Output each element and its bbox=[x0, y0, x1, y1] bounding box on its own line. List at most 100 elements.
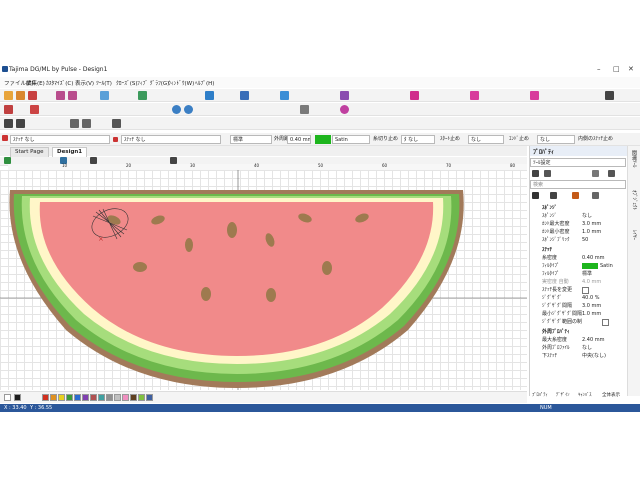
save-icon[interactable] bbox=[28, 91, 37, 100]
color-swatch[interactable] bbox=[146, 394, 153, 401]
fill-tool-icon[interactable] bbox=[138, 91, 147, 100]
menu-tools[interactable]: ﾂｰﾙ(T) bbox=[96, 79, 112, 87]
prop-row[interactable]: 糸密度 0.40 mm bbox=[530, 254, 627, 262]
copy-icon[interactable] bbox=[82, 119, 91, 128]
menu-customize[interactable]: ｶｽﾀﾏｲｽﾞ(C) bbox=[46, 79, 73, 87]
menu-edit[interactable]: 編集(E) bbox=[26, 79, 45, 87]
color-swatch[interactable] bbox=[90, 394, 97, 401]
side-tab-objects[interactable]: ｵﾌﾞｼﾞｪｸﾄ bbox=[631, 190, 638, 210]
trim-select[interactable]: ﾀ なし bbox=[401, 135, 435, 144]
maximize-button[interactable]: □ bbox=[613, 65, 620, 73]
prop-row[interactable]: ｼﾞｸﾞｻﾞｸﾞ間隔 3.0 mm bbox=[530, 302, 627, 310]
menu-view[interactable]: 表示(V) bbox=[75, 79, 94, 87]
lightning-icon[interactable] bbox=[608, 170, 615, 177]
close-button[interactable]: ✕ bbox=[628, 65, 634, 73]
stitch-tool-icon[interactable] bbox=[100, 91, 109, 100]
color-swatch[interactable] bbox=[82, 394, 89, 401]
properties-icon[interactable] bbox=[532, 170, 539, 177]
cut-icon[interactable] bbox=[70, 119, 79, 128]
prop-row[interactable]: ｽﾎﾟﾝｼﾞ なし bbox=[530, 212, 627, 220]
color-swatch[interactable] bbox=[50, 394, 57, 401]
watermelon-design[interactable]: × bbox=[0, 170, 527, 390]
color-wheel-icon[interactable] bbox=[340, 105, 349, 114]
curve-tool-icon[interactable] bbox=[205, 91, 214, 100]
color-icon[interactable] bbox=[572, 192, 579, 199]
grid-icon[interactable] bbox=[90, 157, 97, 164]
menu-closed[interactable]: ｸﾛｰｽﾞ(S) bbox=[116, 79, 138, 87]
prop-section-outline[interactable]: 外周ﾌﾟﾛﾊﾟﾃｨ bbox=[530, 328, 627, 336]
prop-section-stitch[interactable]: ｽﾃｯﾁ bbox=[530, 246, 627, 254]
open-icon[interactable] bbox=[16, 91, 25, 100]
checkbox[interactable] bbox=[602, 319, 609, 326]
undo-icon[interactable] bbox=[56, 91, 65, 100]
prop-row[interactable]: 最大糸密度 2.40 mm bbox=[530, 336, 627, 344]
menu-help[interactable]: ﾍﾙﾌﾟ(H) bbox=[195, 79, 214, 87]
tool-settings-select[interactable]: ﾂｰﾙ設定 bbox=[530, 158, 626, 167]
prop-row[interactable]: 下ｽﾃｯﾁ 中央(なし) bbox=[530, 352, 627, 360]
purple-tool-icon[interactable] bbox=[340, 91, 349, 100]
pink-tool-2-icon[interactable] bbox=[530, 91, 539, 100]
prop-row[interactable]: ﾌｨﾙﾀｲﾌﾟ 標準 bbox=[530, 270, 627, 278]
checkbox[interactable] bbox=[582, 287, 589, 294]
select-tool-icon[interactable] bbox=[280, 91, 289, 100]
prop-row[interactable]: ｽﾃｯﾁ長を変更 bbox=[530, 286, 627, 294]
color-swatch[interactable] bbox=[42, 394, 49, 401]
satin-color-swatch[interactable] bbox=[315, 135, 331, 144]
color-swatch[interactable] bbox=[130, 394, 137, 401]
minimize-button[interactable]: – bbox=[597, 65, 601, 73]
panel-search-input[interactable]: 検索 bbox=[530, 180, 626, 189]
view-3d-icon[interactable] bbox=[300, 105, 309, 114]
zigzag-tool-icon[interactable] bbox=[240, 91, 249, 100]
fill-type-select[interactable]: ｽﾃｯﾁ なし bbox=[121, 135, 221, 144]
print-icon[interactable] bbox=[4, 119, 13, 128]
sort-icon[interactable] bbox=[544, 170, 551, 177]
menu-window[interactable]: ｳｨﾝﾄﾞｳ(W) bbox=[168, 79, 194, 87]
side-tab-related[interactable]: 関連ﾂｰﾙ bbox=[631, 150, 638, 168]
redo-icon[interactable] bbox=[68, 91, 77, 100]
effect-icon[interactable] bbox=[592, 192, 599, 199]
satin-select[interactable]: Satin bbox=[332, 135, 370, 144]
footer-design-tab[interactable]: ﾃﾞｻﾞｲﾝ bbox=[556, 392, 570, 398]
standard-select[interactable]: 標準 bbox=[230, 135, 272, 144]
color-swatch[interactable] bbox=[98, 394, 105, 401]
pointer-icon[interactable] bbox=[605, 91, 614, 100]
prop-section-sponge[interactable]: ｽﾎﾟﾝｼﾞ bbox=[530, 204, 627, 212]
prop-row[interactable]: 外周ﾌﾟﾛﾌｧｲﾙ なし bbox=[530, 344, 627, 352]
end-tie-select[interactable]: なし bbox=[537, 135, 575, 144]
mail-icon[interactable] bbox=[16, 119, 25, 128]
color-swatch[interactable] bbox=[74, 394, 81, 401]
side-tab-layers[interactable]: ﾚｲﾔｰ bbox=[631, 230, 638, 240]
text-tool-icon[interactable] bbox=[4, 105, 13, 114]
footer-properties-tab[interactable]: ﾌﾟﾛﾊﾟﾃｨ bbox=[532, 392, 548, 398]
prop-row[interactable]: ｼﾞｸﾞｻﾞｸﾞ 40.0 % bbox=[530, 294, 627, 302]
stitch-type-select[interactable]: ｽﾃｯﾁ なし bbox=[10, 135, 110, 144]
prop-row[interactable]: 実密度 自動 4.0 mm bbox=[530, 278, 627, 286]
color-swatch[interactable] bbox=[58, 394, 65, 401]
design-canvas[interactable]: × bbox=[0, 170, 527, 390]
prop-row[interactable]: ｶﾝﾄ最小密度 1.0 mm bbox=[530, 228, 627, 236]
tab-design1[interactable]: Design1 bbox=[52, 147, 88, 157]
prop-row[interactable]: ｶﾝﾄ最大密度 3.0 mm bbox=[530, 220, 627, 228]
magnet-icon[interactable] bbox=[170, 157, 177, 164]
prop-row[interactable]: ｼﾞｸﾞｻﾞｸﾞ範囲の制 bbox=[530, 318, 627, 326]
color-swatch[interactable] bbox=[106, 394, 113, 401]
prop-row[interactable]: 最小ｼﾞｸﾞｻﾞｸﾞ間隔 1.0 mm bbox=[530, 310, 627, 318]
menu-graph[interactable]: ﾌｨﾌﾞ ｸﾞﾗﾌ(G) bbox=[137, 79, 169, 87]
new-icon[interactable] bbox=[4, 91, 13, 100]
paste-icon[interactable] bbox=[112, 119, 121, 128]
star-icon[interactable] bbox=[592, 170, 599, 177]
fill-icon[interactable] bbox=[532, 192, 539, 199]
outline-distance-input[interactable]: 0.40 mm bbox=[287, 135, 311, 144]
prop-row[interactable]: ｽﾎﾟﾝｼﾞﾌﾞﾘｯｸ 50 bbox=[530, 236, 627, 244]
tab-start-page[interactable]: Start Page bbox=[10, 147, 49, 157]
color-swatch[interactable] bbox=[66, 394, 73, 401]
filter-icon[interactable] bbox=[4, 157, 11, 164]
zoom-in-icon[interactable] bbox=[172, 105, 181, 114]
outline-icon[interactable] bbox=[550, 192, 557, 199]
color-swatch[interactable] bbox=[14, 394, 21, 401]
pink-tool-icon[interactable] bbox=[470, 91, 479, 100]
color-swatch[interactable] bbox=[4, 394, 11, 401]
monogram-icon[interactable] bbox=[30, 105, 39, 114]
color-swatch[interactable] bbox=[122, 394, 129, 401]
tool-close-icon[interactable] bbox=[2, 135, 8, 141]
